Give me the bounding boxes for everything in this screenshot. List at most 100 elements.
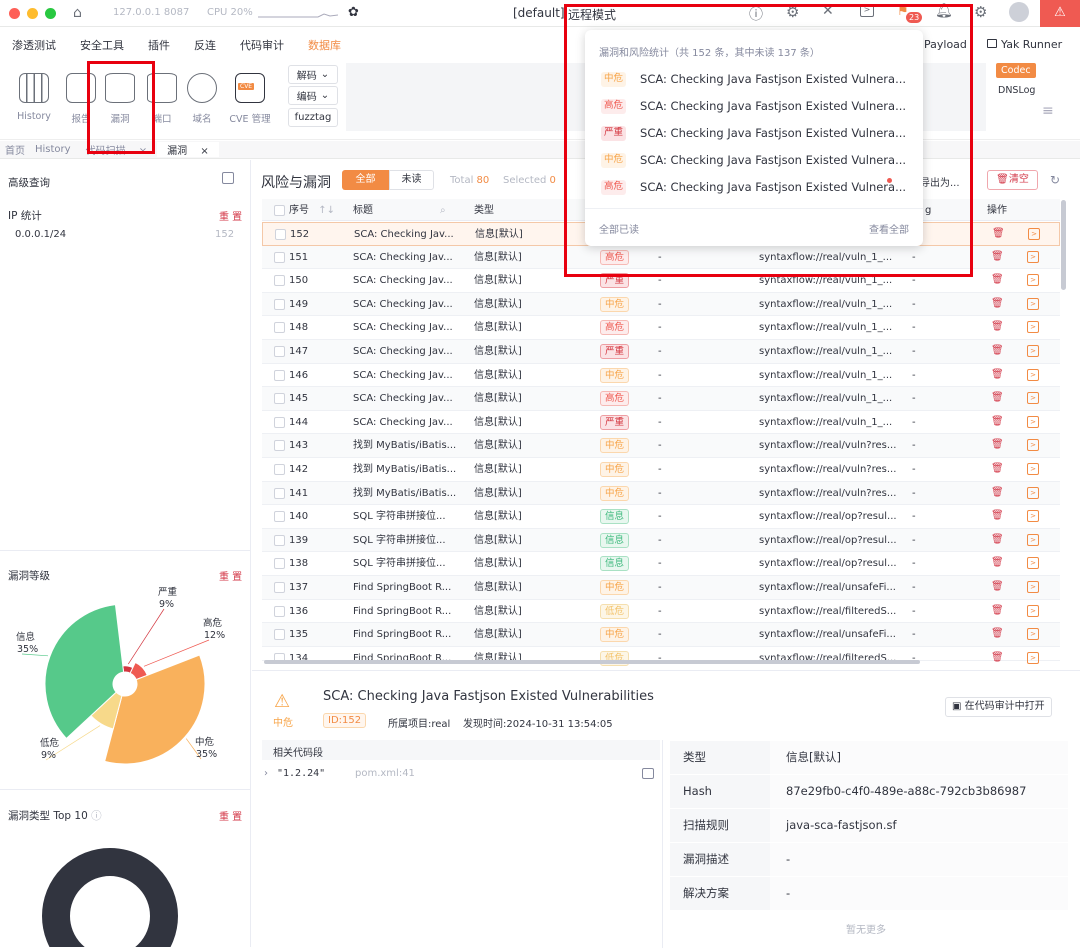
- info-icon[interactable]: ⓘ: [91, 810, 102, 822]
- close-icon[interactable]: ×: [134, 146, 152, 157]
- row-checkbox[interactable]: [274, 416, 285, 428]
- menu-yak-runner[interactable]: Yak Runner: [987, 38, 1062, 51]
- delete-icon[interactable]: 🗑︎: [991, 298, 1004, 310]
- list-icon[interactable]: ≡: [1042, 103, 1054, 119]
- table-row[interactable]: 140 SQL 字符串拼接位... 信息[默认] 信息 - syntaxflow://re…: [262, 505, 1060, 529]
- terminal-icon[interactable]: >: [1027, 250, 1039, 263]
- select-all-checkbox[interactable]: [274, 205, 285, 216]
- terminal-icon[interactable]: >: [1027, 486, 1039, 499]
- settings-icon[interactable]: ⚙: [786, 3, 799, 21]
- ip-reset-button[interactable]: 重 置: [219, 208, 242, 223]
- delete-icon[interactable]: 🗑︎: [991, 557, 1004, 569]
- table-row[interactable]: 141 找到 MyBatis/iBatis... 信息[默认] 中危 - syntaxfl…: [262, 481, 1060, 506]
- sort-icon[interactable]: ↑↓: [318, 205, 335, 216]
- table-row[interactable]: 148 SCA: Checking Jav... 信息[默认] 高危 - syntaxfl…: [262, 316, 1060, 340]
- col-id[interactable]: 序号 ↑↓: [289, 199, 335, 222]
- export-button[interactable]: 导出为...: [920, 174, 960, 189]
- delete-icon[interactable]: 🗑︎: [991, 581, 1004, 593]
- tab-vulnerability[interactable]: 漏洞 ×: [157, 142, 219, 157]
- tab-code-scan[interactable]: 代码扫描 ×: [76, 142, 158, 157]
- terminal-icon[interactable]: >: [1027, 439, 1039, 452]
- chevron-right-icon[interactable]: ›: [264, 768, 268, 779]
- row-checkbox[interactable]: [274, 298, 285, 310]
- row-checkbox[interactable]: [274, 275, 285, 287]
- menu-payload[interactable]: Payload: [924, 38, 967, 51]
- refresh-icon[interactable]: ↻: [1050, 173, 1060, 187]
- open-in-audit-button[interactable]: ▣ 在代码审计中打开: [945, 697, 1052, 717]
- menu-reverse[interactable]: 反连: [182, 37, 228, 53]
- terminal-icon[interactable]: >: [1027, 415, 1039, 428]
- row-checkbox[interactable]: [274, 534, 285, 546]
- table-row[interactable]: 134 Find SpringBoot R... 信息[默认] 低危 - syntaxfl…: [262, 647, 1060, 666]
- menu-code-audit[interactable]: 代码审计: [228, 37, 296, 53]
- tool-vulnerability[interactable]: 漏洞: [98, 71, 142, 125]
- tool-port[interactable]: 端口: [140, 71, 184, 125]
- terminal-icon[interactable]: >: [1027, 345, 1039, 357]
- type-reset-button[interactable]: 重 置: [219, 808, 242, 823]
- notification-item[interactable]: 高危 SCA: Checking Java Fastjson Existed Vu…: [601, 177, 906, 197]
- fuzztag-button[interactable]: fuzztag: [288, 108, 338, 127]
- delete-icon[interactable]: 🗑︎: [991, 439, 1004, 451]
- table-row[interactable]: 149 SCA: Checking Jav... 信息[默认] 中危 - syntaxfl…: [262, 292, 1060, 317]
- horizontal-scrollbar[interactable]: [264, 660, 920, 664]
- table-row[interactable]: 151 SCA: Checking Jav... 信息[默认] 高危 - syntaxfl…: [262, 245, 1060, 270]
- row-checkbox[interactable]: [274, 605, 285, 617]
- close-window-button[interactable]: [9, 7, 20, 19]
- row-checkbox[interactable]: [274, 511, 285, 523]
- delete-icon[interactable]: 🗑︎: [991, 321, 1004, 333]
- terminal-icon[interactable]: >: [1027, 628, 1039, 641]
- row-checkbox[interactable]: [274, 322, 285, 334]
- row-checkbox[interactable]: [274, 582, 285, 593]
- col-type[interactable]: 类型: [474, 199, 494, 222]
- terminal-icon[interactable]: [642, 768, 654, 779]
- clear-button[interactable]: 🗑︎清空: [987, 170, 1038, 190]
- terminal-icon[interactable]: >: [1027, 533, 1039, 546]
- notification-item[interactable]: 严重 SCA: Checking Java Fastjson Existed Vu…: [601, 123, 906, 143]
- delete-icon[interactable]: 🗑︎: [991, 274, 1004, 286]
- table-row[interactable]: 147 SCA: Checking Jav... 信息[默认] 严重 - syntaxfl…: [262, 340, 1060, 364]
- menu-security-tools[interactable]: 安全工具: [68, 37, 136, 53]
- terminal-icon[interactable]: >: [1027, 604, 1039, 617]
- avatar[interactable]: [1009, 2, 1029, 22]
- terminal-icon[interactable]: >: [860, 4, 874, 17]
- table-row[interactable]: 146 SCA: Checking Jav... 信息[默认] 中危 - syntaxfl…: [262, 364, 1060, 388]
- table-row[interactable]: 139 SQL 字符串拼接位... 信息[默认] 信息 - syntaxflow://re…: [262, 528, 1060, 553]
- collapse-icon[interactable]: [222, 172, 234, 184]
- terminal-icon[interactable]: >: [1027, 297, 1039, 310]
- terminal-icon[interactable]: >: [1027, 274, 1039, 287]
- row-checkbox[interactable]: [274, 440, 285, 452]
- close-icon[interactable]: ×: [195, 146, 213, 157]
- menu-database[interactable]: 数据库: [296, 37, 353, 53]
- terminal-icon[interactable]: >: [1027, 392, 1039, 405]
- warning-icon[interactable]: ⚠: [1040, 0, 1080, 27]
- tab-history[interactable]: History: [30, 144, 76, 155]
- delete-icon[interactable]: 🗑︎: [991, 345, 1004, 357]
- level-pie-chart[interactable]: 严重9%高危12%中危35%低危9%信息35%: [0, 580, 251, 780]
- row-checkbox[interactable]: [274, 251, 285, 263]
- delete-icon[interactable]: 🗑︎: [991, 251, 1004, 263]
- delete-icon[interactable]: 🗑︎: [991, 534, 1004, 546]
- row-checkbox[interactable]: [274, 629, 285, 641]
- delete-icon[interactable]: 🗑︎: [991, 463, 1004, 475]
- decode-select[interactable]: 解码 ⌄: [288, 65, 338, 84]
- gear-icon[interactable]: ⚙: [974, 3, 987, 21]
- filter-unread-button[interactable]: 未读: [389, 170, 434, 190]
- tools-icon[interactable]: ✕: [822, 3, 834, 19]
- row-checkbox[interactable]: [274, 464, 285, 475]
- col-title[interactable]: 标题: [353, 199, 373, 222]
- mark-all-read-button[interactable]: 全部已读: [599, 221, 639, 236]
- row-checkbox[interactable]: [274, 487, 285, 499]
- table-row[interactable]: 136 Find SpringBoot R... 信息[默认] 低危 - syntaxfl…: [262, 600, 1060, 624]
- table-row[interactable]: 135 Find SpringBoot R... 信息[默认] 中危 - syntaxfl…: [262, 623, 1060, 647]
- menu-plugins[interactable]: 插件: [136, 37, 182, 53]
- codec-button[interactable]: Codec: [996, 63, 1036, 78]
- notification-item[interactable]: 中危 SCA: Checking Java Fastjson Existed Vu…: [601, 150, 906, 170]
- table-row[interactable]: 138 SQL 字符串拼接位... 信息[默认] 信息 - syntaxflow://re…: [262, 552, 1060, 576]
- table-row[interactable]: 137 Find SpringBoot R... 信息[默认] 中危 - syntaxfl…: [262, 576, 1060, 600]
- table-scrollbar[interactable]: [1061, 200, 1066, 290]
- filter-all-button[interactable]: 全部: [342, 170, 389, 190]
- row-checkbox[interactable]: [274, 346, 285, 357]
- row-checkbox[interactable]: [274, 369, 285, 381]
- maximize-window-button[interactable]: [45, 7, 56, 19]
- project-name[interactable]: [default]: [513, 6, 565, 20]
